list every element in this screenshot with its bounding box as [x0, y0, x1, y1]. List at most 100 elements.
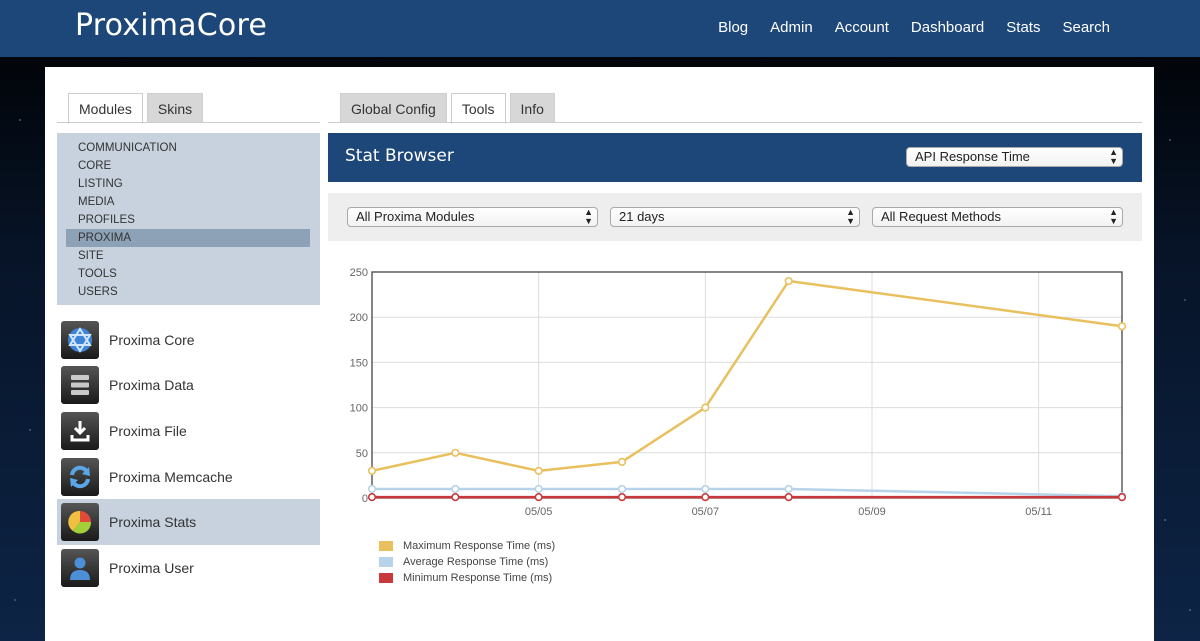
tab-modules[interactable]: Modules	[68, 93, 143, 124]
legend-swatch-max	[379, 541, 393, 551]
legend-item-avg: Average Response Time (ms)	[379, 554, 555, 570]
select-arrows-icon: ▲ ▼	[846, 207, 855, 226]
filter-bar: All Proxima Modules ▲ ▼ 21 days ▲ ▼ All Re…	[328, 193, 1142, 241]
data-point-max	[701, 403, 710, 412]
proxima-core-icon	[61, 320, 99, 359]
y-tick-label: 50	[356, 448, 368, 460]
legend-label-min: Minimum Response Time (ms)	[403, 572, 553, 584]
nav-admin[interactable]: Admin	[770, 19, 813, 36]
module-label: Proxima Stats	[109, 514, 197, 531]
category-communication[interactable]: COMMUNICATION	[66, 139, 310, 157]
metric-select-value: API Response Time	[915, 149, 1030, 164]
tab-tools[interactable]: Tools	[450, 93, 506, 124]
range-filter-select[interactable]: 21 days ▲ ▼	[610, 207, 860, 227]
module-label: Proxima Data	[109, 377, 194, 394]
stat-browser-header: Stat Browser API Response Time ▲ ▼	[328, 133, 1142, 182]
data-point-max	[451, 448, 460, 457]
method-filter-select[interactable]: All Request Methods ▲ ▼	[872, 207, 1123, 227]
nav-account[interactable]: Account	[835, 19, 889, 36]
category-proxima[interactable]: PROXIMA	[66, 229, 310, 247]
data-point-max	[784, 276, 793, 286]
response-time-chart: 0 50 100 150 200 250 05/05 05/07 05/09 05/11	[350, 267, 1127, 518]
nav-search[interactable]: Search	[1062, 19, 1110, 36]
category-profiles[interactable]: PROFILES	[66, 211, 310, 229]
data-point-min	[784, 492, 793, 502]
category-listing[interactable]: LISTING	[66, 175, 310, 193]
method-filter-value: All Request Methods	[881, 209, 1001, 224]
data-point-max	[617, 457, 627, 466]
data-point-avg	[534, 484, 543, 494]
metric-select[interactable]: API Response Time ▲ ▼	[906, 147, 1123, 167]
x-tick-label: 05/07	[692, 506, 720, 518]
top-navigation-bar: ProximaCore Blog Admin Account Dashboard…	[0, 0, 1200, 57]
select-arrows-icon: ▲ ▼	[1109, 207, 1118, 226]
proxima-user-icon	[61, 548, 99, 587]
tab-divider	[57, 122, 320, 123]
data-point-avg	[701, 484, 710, 494]
y-tick-label: 200	[350, 312, 368, 324]
top-nav: Blog Admin Account Dashboard Stats Searc…	[718, 19, 1110, 36]
brand-logo[interactable]: ProximaCore	[75, 8, 267, 43]
data-point-avg	[451, 484, 460, 494]
tab-skins[interactable]: Skins	[146, 93, 204, 123]
category-media[interactable]: MEDIA	[66, 193, 310, 211]
module-item-data[interactable]: Proxima Data	[57, 363, 320, 409]
data-point-min	[451, 492, 460, 502]
category-core[interactable]: CORE	[66, 157, 310, 175]
legend-label-avg: Average Response Time (ms)	[403, 556, 549, 568]
tab-info[interactable]: Info	[509, 93, 555, 123]
category-users[interactable]: USERS	[66, 283, 310, 301]
legend-swatch-min	[379, 573, 393, 583]
series-line-avg	[372, 487, 1123, 498]
proxima-file-icon	[61, 411, 99, 450]
nav-stats[interactable]: Stats	[1006, 19, 1040, 36]
nav-blog[interactable]: Blog	[718, 19, 748, 36]
series-line-max	[371, 279, 1123, 473]
data-point-min	[367, 492, 377, 502]
right-tabs: Global Config Tools Info	[340, 93, 555, 124]
module-filter-value: All Proxima Modules	[356, 209, 475, 224]
module-item-user[interactable]: Proxima User	[57, 545, 320, 591]
data-point-min	[617, 492, 627, 502]
data-point-max	[1117, 322, 1127, 331]
stat-browser-title: Stat Browser	[345, 146, 454, 166]
range-filter-value: 21 days	[619, 209, 665, 224]
module-item-file[interactable]: Proxima File	[57, 408, 320, 454]
data-point-min	[534, 492, 543, 502]
module-item-memcache[interactable]: Proxima Memcache	[57, 454, 320, 500]
module-list: Proxima Core Proxima Data Proxima File P…	[57, 317, 320, 591]
proxima-data-icon	[61, 366, 99, 405]
tab-divider	[328, 122, 1142, 123]
data-point-avg	[784, 484, 793, 494]
data-point-avg	[367, 484, 377, 494]
select-arrows-icon: ▲ ▼	[584, 207, 593, 226]
module-label: Proxima Memcache	[109, 468, 233, 485]
legend-item-min: Minimum Response Time (ms)	[379, 570, 555, 586]
data-point-min	[701, 492, 710, 502]
legend-item-max: Maximum Response Time (ms)	[379, 538, 555, 554]
legend-swatch-avg	[379, 557, 393, 567]
module-label: Proxima Core	[109, 331, 195, 348]
module-item-stats[interactable]: Proxima Stats	[57, 499, 320, 545]
x-tick-label: 05/11	[1025, 506, 1052, 518]
tab-global-config[interactable]: Global Config	[340, 93, 447, 123]
data-point-avg	[617, 484, 627, 494]
category-site[interactable]: SITE	[66, 247, 310, 265]
select-arrows-icon: ▲ ▼	[1109, 147, 1118, 166]
proxima-stats-icon	[61, 503, 99, 542]
module-label: Proxima User	[109, 559, 194, 576]
legend-label-max: Maximum Response Time (ms)	[403, 540, 556, 552]
module-filter-select[interactable]: All Proxima Modules ▲ ▼	[347, 207, 598, 227]
y-tick-label: 0	[362, 493, 368, 505]
x-tick-label: 05/05	[525, 506, 553, 518]
y-tick-label: 150	[350, 357, 368, 369]
module-item-core[interactable]: Proxima Core	[57, 317, 320, 363]
proxima-memcache-icon	[61, 457, 99, 496]
plot-frame	[371, 271, 1123, 499]
data-point-max	[534, 466, 543, 475]
category-tools[interactable]: TOOLS	[66, 265, 310, 283]
y-tick-label: 100	[350, 403, 368, 415]
x-tick-label: 05/09	[858, 506, 886, 518]
main-panel: Modules Skins Global Config Tools Info C…	[45, 67, 1154, 641]
nav-dashboard[interactable]: Dashboard	[911, 19, 984, 36]
